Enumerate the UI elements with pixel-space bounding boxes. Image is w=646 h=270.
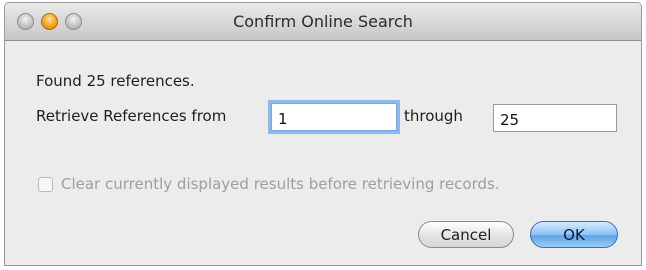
title-bar: Confirm Online Search: [5, 3, 641, 41]
window-title: Confirm Online Search: [233, 12, 413, 31]
retrieve-from-field[interactable]: [271, 103, 397, 131]
retrieve-from-label: Retrieve References from: [36, 107, 227, 125]
confirm-online-search-dialog: Confirm Online Search Found 25 reference…: [4, 2, 642, 266]
through-label: through: [404, 107, 463, 125]
retrieve-through-field[interactable]: [493, 104, 617, 132]
ok-button[interactable]: OK: [530, 221, 618, 248]
found-references-text: Found 25 references.: [36, 72, 195, 90]
cancel-button[interactable]: Cancel: [418, 221, 514, 248]
clear-results-label: Clear currently displayed results before…: [61, 175, 500, 193]
clear-results-checkbox: [38, 177, 53, 192]
